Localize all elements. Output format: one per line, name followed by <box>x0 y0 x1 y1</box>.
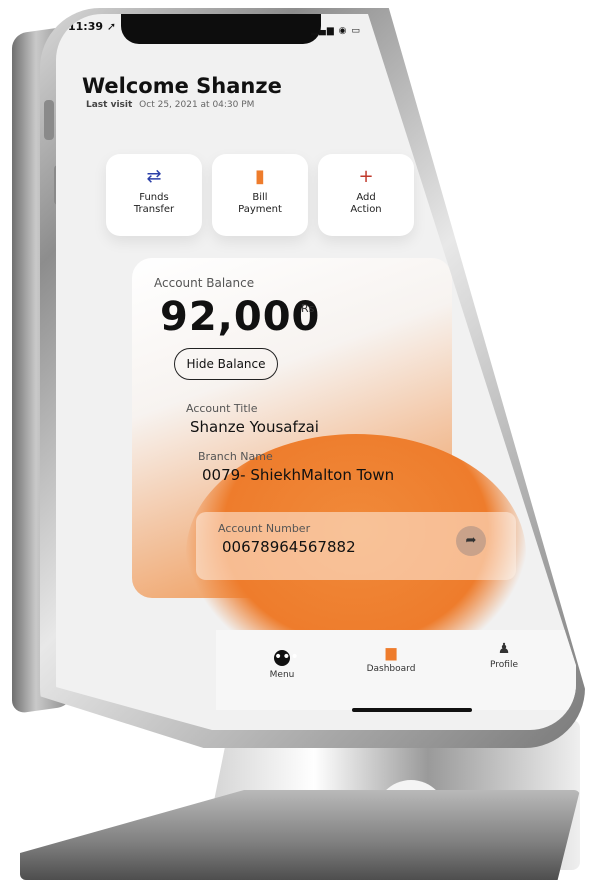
share-account-button[interactable]: ➦ <box>456 526 486 556</box>
bill-payment-button[interactable]: ▮ Bill Payment <box>212 154 308 236</box>
account-balance-label: Account Balance <box>154 276 255 290</box>
hide-balance-button[interactable]: Hide Balance <box>174 348 278 380</box>
last-visit-label: Last visit <box>86 100 133 110</box>
bill-payment-label: Bill Payment <box>238 192 282 215</box>
transfer-icon: ⇄ <box>146 166 162 187</box>
stand-foot <box>20 790 580 880</box>
status-icons: ▂▄▆ ◉ ▭ <box>311 26 361 36</box>
account-number-value: 00678964567882 <box>222 538 356 556</box>
account-number-label: Account Number <box>218 522 311 535</box>
currency-unit: Rs <box>301 302 315 315</box>
account-balance-value: 92,000 <box>160 294 321 340</box>
home-indicator <box>352 708 472 712</box>
nav-profile-label: Profile <box>490 660 518 670</box>
branch-name-value: 0079- ShiekhMalton Town <box>202 466 395 484</box>
last-visit-value: Oct 25, 2021 at 04:30 PM <box>139 100 255 110</box>
plus-icon: + <box>358 166 374 187</box>
share-icon: ➦ <box>465 533 477 548</box>
nav-menu[interactable]: ••• Menu <box>262 650 302 680</box>
account-title-label: Account Title <box>186 402 258 415</box>
last-visit: Last visit Oct 25, 2021 at 04:30 PM <box>86 100 254 110</box>
page-title: Welcome Shanze <box>82 74 282 98</box>
add-action-label: Add Action <box>350 192 382 215</box>
notch <box>121 14 321 44</box>
profile-icon: ♟ <box>497 641 511 657</box>
funds-transfer-label: Funds Transfer <box>133 192 175 215</box>
nav-menu-label: Menu <box>269 670 295 680</box>
volume-up-button <box>44 100 54 140</box>
branch-name-label: Branch Name <box>198 450 273 463</box>
status-time: 11:39 ➚ <box>68 20 117 33</box>
add-action-button[interactable]: + Add Action <box>318 154 414 236</box>
menu-dots-icon: ••• <box>274 649 299 666</box>
account-title-value: Shanze Yousafzai <box>190 418 319 436</box>
phone-screen: 11:39 ➚ ▂▄▆ ◉ ▭ Welcome Shanze Last visi… <box>56 14 576 730</box>
dashboard-icon: ▆ <box>385 645 397 661</box>
nav-dashboard-label: Dashboard <box>366 664 416 674</box>
nav-dashboard[interactable]: ▆ Dashboard <box>356 646 426 674</box>
bill-icon: ▮ <box>255 166 265 187</box>
funds-transfer-button[interactable]: ⇄ Funds Transfer <box>106 154 202 236</box>
nav-profile[interactable]: ♟ Profile <box>484 642 524 670</box>
